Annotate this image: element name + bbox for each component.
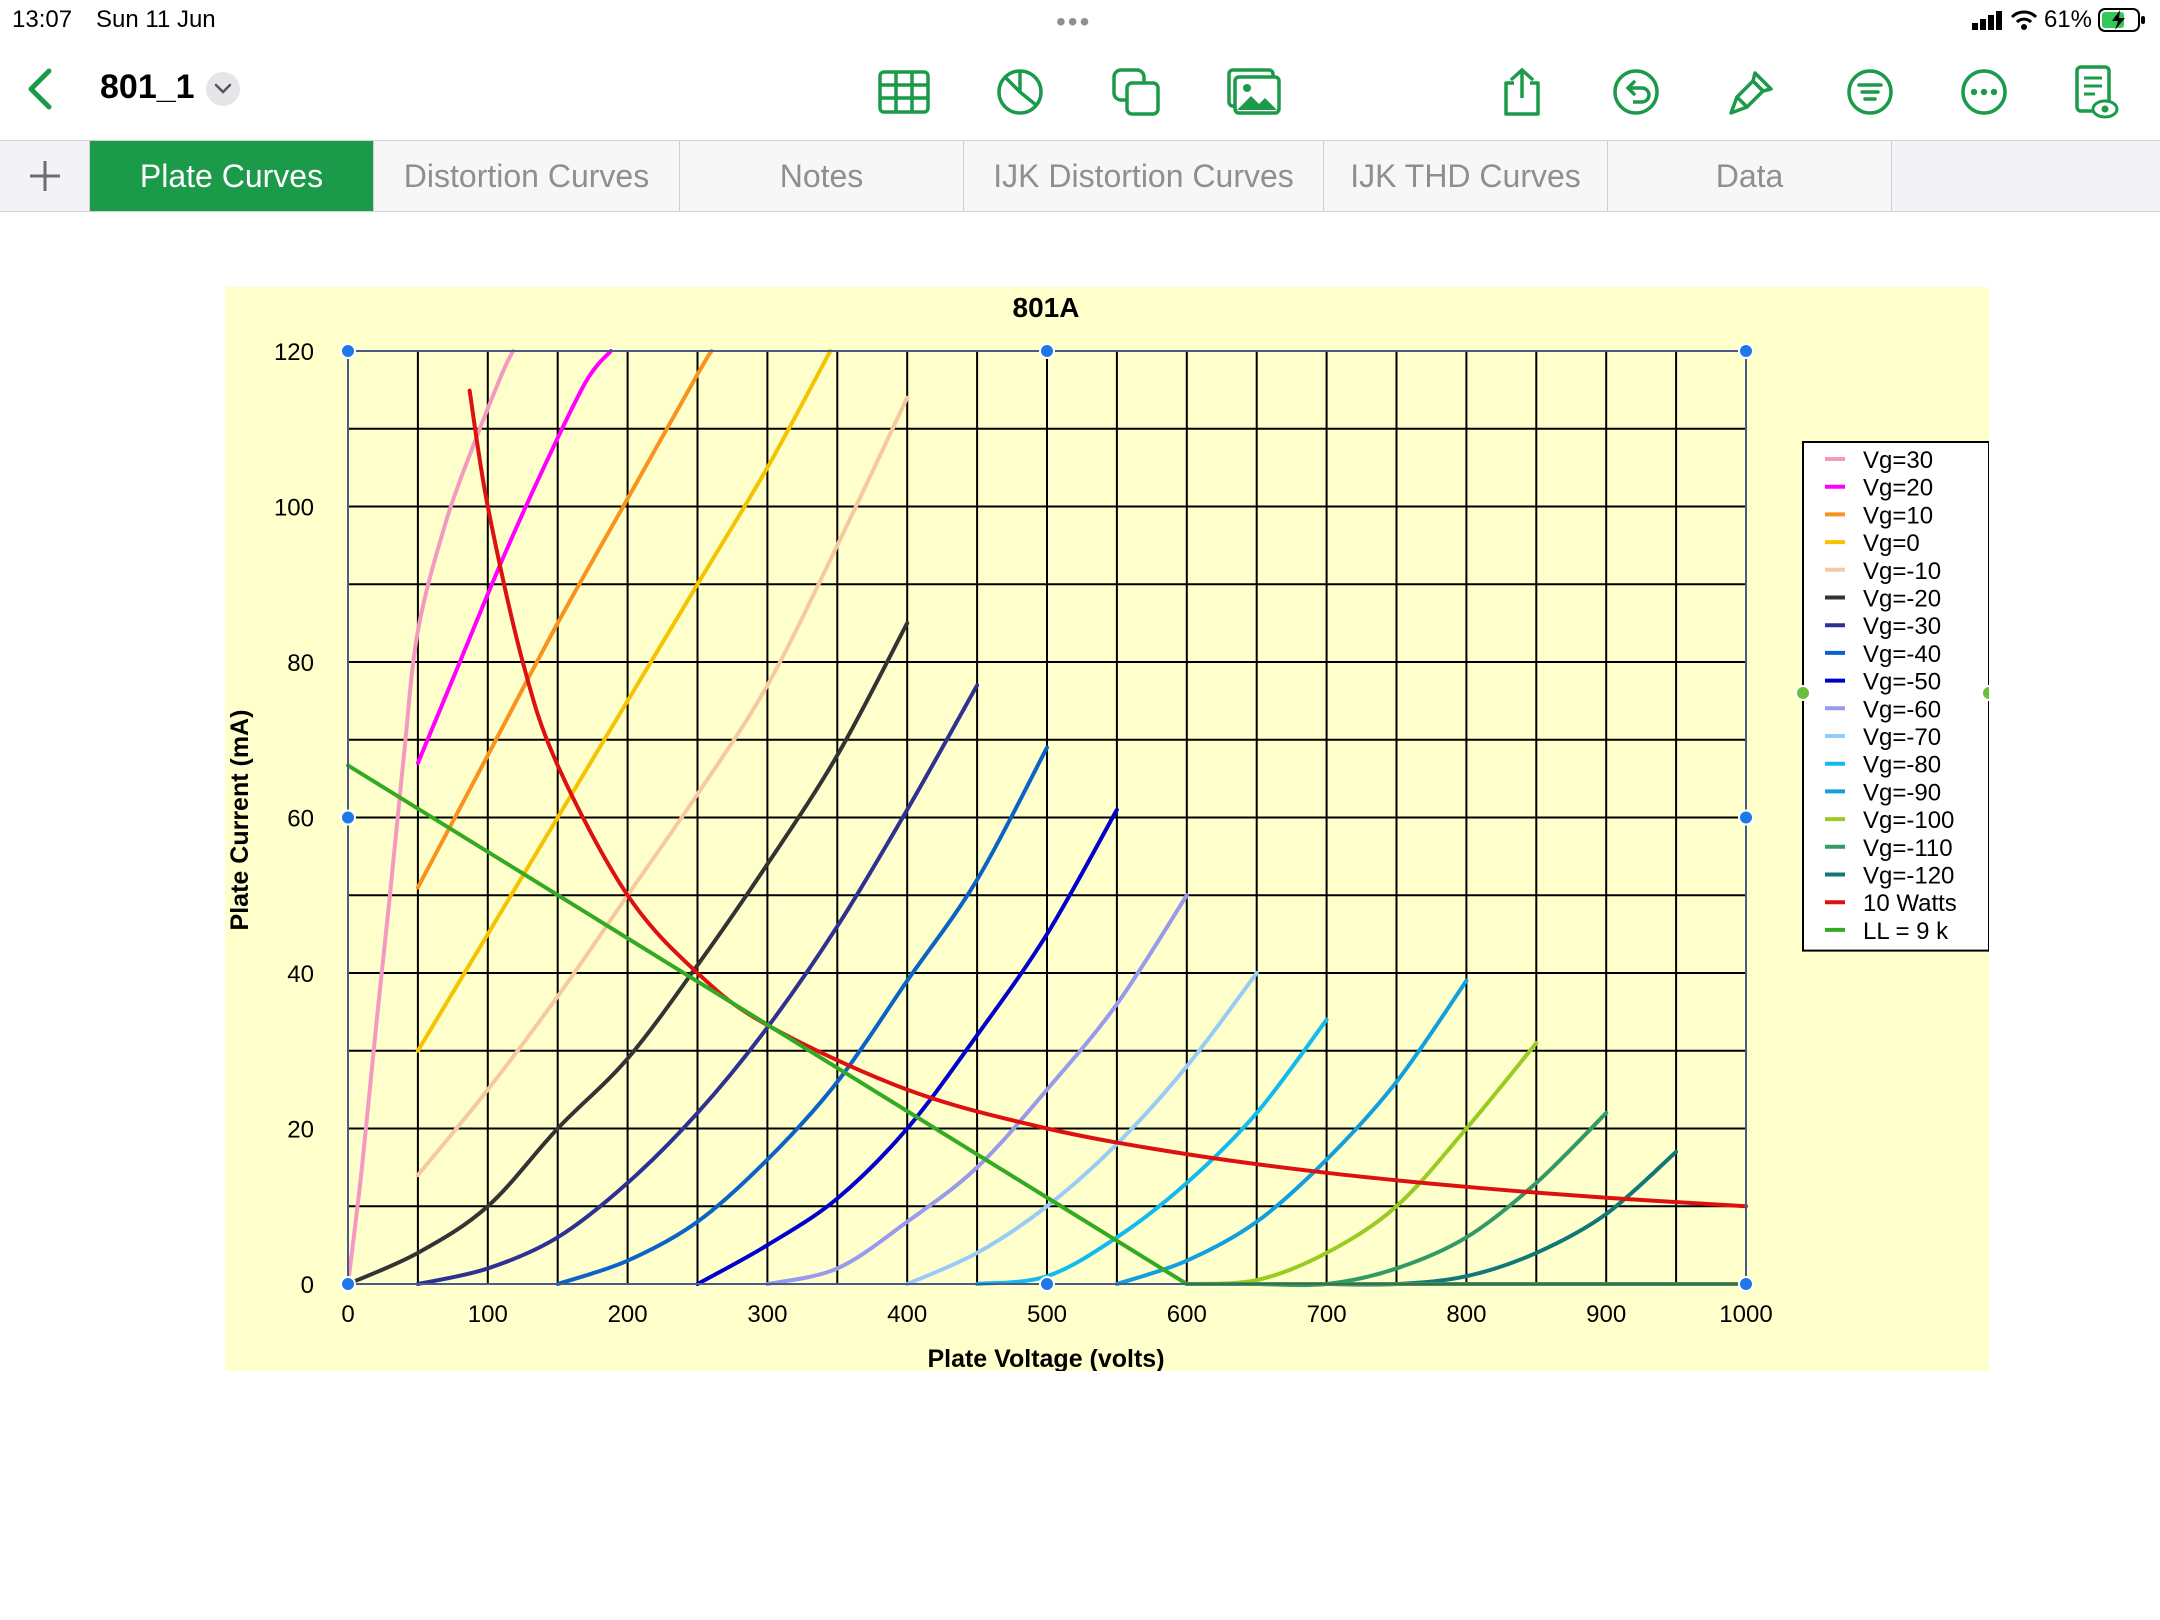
legend-handle bbox=[1795, 685, 1811, 701]
status-indicators: 61% bbox=[1971, 4, 2146, 36]
legend-label: Vg=-20 bbox=[1863, 586, 1941, 613]
multitasking-dots-icon[interactable]: ••• bbox=[1056, 6, 1091, 38]
resize-handle bbox=[1738, 1276, 1754, 1292]
legend-label: Vg=-80 bbox=[1863, 752, 1941, 779]
tab-ijk-distortion-curves[interactable]: IJK Distortion Curves bbox=[964, 141, 1324, 211]
document-title[interactable]: 801_1 bbox=[100, 68, 195, 107]
x-tick-label: 500 bbox=[1027, 1301, 1067, 1328]
status-bar: 13:07 Sun 11 Jun ••• 61% bbox=[0, 0, 2160, 40]
undo-icon bbox=[1613, 69, 1659, 115]
plate-curves-chart[interactable]: 0 100 200 300 400 500 600 700 800 900 1000 0 20 40 60 8… bbox=[225, 287, 1989, 1371]
legend-label: Vg=-120 bbox=[1863, 863, 1954, 890]
y-axis-label: Plate Current (mA) bbox=[226, 710, 254, 931]
wifi-icon bbox=[2010, 10, 2038, 30]
back-button[interactable] bbox=[18, 64, 62, 114]
battery-percent: 61% bbox=[2043, 6, 2092, 33]
insert-shape-button[interactable] bbox=[1108, 64, 1164, 120]
toolbar: 801_1 bbox=[0, 40, 2160, 140]
resize-handle bbox=[1738, 343, 1754, 359]
y-tick-label: 100 bbox=[274, 495, 314, 522]
format-brush-icon bbox=[1729, 71, 1773, 115]
shapes-icon bbox=[1112, 68, 1160, 116]
legend-label: Vg=0 bbox=[1863, 530, 1920, 557]
legend-label: Vg=-10 bbox=[1863, 558, 1941, 585]
sheet-tab-bar: Plate Curves Distortion Curves Notes IJK… bbox=[0, 140, 2160, 212]
reading-view-button[interactable] bbox=[2068, 64, 2124, 120]
legend-label: Vg=-60 bbox=[1863, 696, 1941, 723]
tab-data[interactable]: Data bbox=[1608, 141, 1892, 211]
resize-handle bbox=[1039, 343, 1055, 359]
battery-charging-icon bbox=[2098, 8, 2145, 32]
add-sheet-button[interactable] bbox=[0, 141, 90, 211]
share-icon bbox=[1504, 67, 1540, 116]
legend-label: Vg=20 bbox=[1863, 475, 1933, 502]
y-tick-label: 120 bbox=[274, 339, 314, 366]
legend-label: Vg=30 bbox=[1863, 447, 1933, 474]
insert-media-button[interactable] bbox=[1226, 64, 1282, 120]
x-tick-label: 800 bbox=[1446, 1301, 1486, 1328]
organize-icon bbox=[1847, 69, 1893, 115]
x-tick-label: 200 bbox=[608, 1301, 648, 1328]
legend-label: Vg=-50 bbox=[1863, 669, 1941, 696]
tab-ijk-thd-curves[interactable]: IJK THD Curves bbox=[1324, 141, 1608, 211]
x-tick-label: 400 bbox=[887, 1301, 927, 1328]
legend-handle bbox=[1981, 685, 1989, 701]
legend-label: Vg=-70 bbox=[1863, 724, 1941, 751]
legend-label: Vg=-90 bbox=[1863, 779, 1941, 806]
media-icon bbox=[1227, 68, 1281, 115]
x-tick-label: 600 bbox=[1167, 1301, 1207, 1328]
resize-handle bbox=[340, 343, 356, 359]
y-tick-label: 40 bbox=[287, 961, 314, 988]
document-view-icon bbox=[2075, 65, 2119, 119]
legend-label: Vg=10 bbox=[1863, 502, 1933, 529]
more-icon bbox=[1961, 69, 2007, 115]
chart-title: 801A bbox=[1013, 292, 1080, 323]
insert-chart-button[interactable] bbox=[992, 64, 1048, 120]
chevron-down-icon bbox=[214, 83, 232, 94]
legend-label: Vg=-110 bbox=[1863, 835, 1953, 862]
x-tick-label: 1000 bbox=[1719, 1301, 1772, 1328]
x-axis-label: Plate Voltage (volts) bbox=[927, 1345, 1164, 1371]
tab-plate-curves[interactable]: Plate Curves bbox=[90, 141, 374, 211]
chart-container[interactable]: 0 100 200 300 400 500 600 700 800 900 1000 0 20 40 60 8… bbox=[225, 287, 1989, 1371]
back-chevron-icon bbox=[28, 68, 52, 110]
legend-label: Vg=-100 bbox=[1863, 807, 1954, 834]
insert-table-button[interactable] bbox=[876, 64, 932, 120]
x-tick-label: 100 bbox=[468, 1301, 508, 1328]
cellular-signal-icon bbox=[1971, 11, 2002, 30]
plus-icon bbox=[29, 161, 60, 191]
resize-handle bbox=[1039, 1276, 1055, 1292]
y-tick-label: 80 bbox=[287, 650, 314, 677]
resize-handle bbox=[340, 809, 356, 826]
undo-button[interactable] bbox=[1608, 64, 1664, 120]
more-button[interactable] bbox=[1956, 64, 2012, 120]
x-tick-label: 900 bbox=[1586, 1301, 1626, 1328]
y-tick-label: 20 bbox=[287, 1117, 314, 1144]
status-date: Sun 11 Jun bbox=[96, 6, 216, 33]
chart-legend[interactable]: Vg=30Vg=20Vg=10Vg=0Vg=-10Vg=-20Vg=-30Vg=… bbox=[1802, 441, 1989, 952]
x-tick-label: 300 bbox=[747, 1301, 787, 1328]
legend-label: Vg=-40 bbox=[1863, 641, 1941, 668]
legend-label: LL = 9 k bbox=[1863, 918, 1949, 945]
format-button[interactable] bbox=[1724, 64, 1780, 120]
title-menu-button[interactable] bbox=[206, 72, 240, 106]
tab-notes[interactable]: Notes bbox=[680, 141, 964, 211]
organize-button[interactable] bbox=[1842, 64, 1898, 120]
pie-chart-icon bbox=[997, 69, 1043, 115]
tab-distortion-curves[interactable]: Distortion Curves bbox=[374, 141, 680, 211]
y-tick-label: 0 bbox=[301, 1272, 314, 1299]
legend-label: Vg=-30 bbox=[1863, 613, 1941, 640]
share-button[interactable] bbox=[1494, 64, 1550, 120]
x-tick-label: 0 bbox=[341, 1301, 354, 1328]
resize-handle bbox=[1738, 809, 1754, 826]
status-time: 13:07 bbox=[12, 6, 73, 33]
legend-label: 10 Watts bbox=[1863, 890, 1957, 917]
x-tick-label: 700 bbox=[1307, 1301, 1347, 1328]
resize-handle bbox=[340, 1276, 356, 1292]
table-icon bbox=[878, 70, 930, 114]
y-tick-label: 60 bbox=[287, 806, 314, 833]
